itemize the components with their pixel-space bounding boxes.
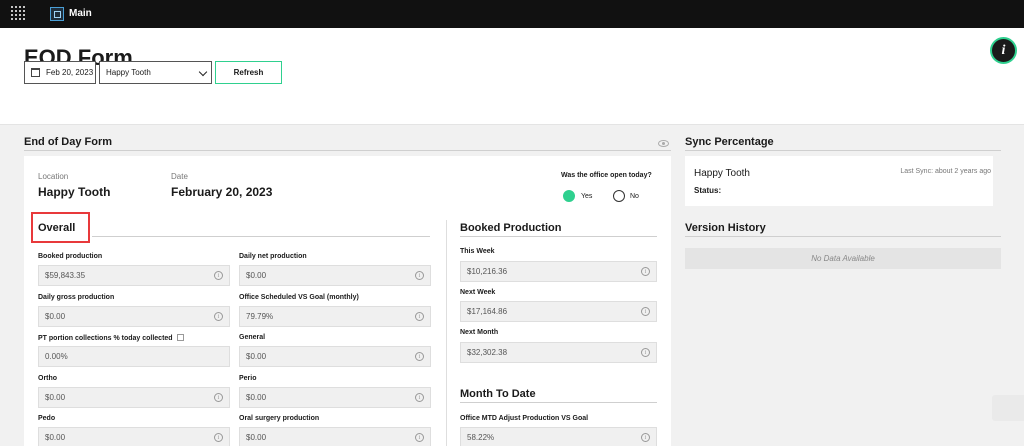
pt-portion-collections-label-text: PT portion collections % today collected bbox=[38, 335, 173, 342]
calendar-icon bbox=[31, 68, 40, 77]
daily-gross-production-value: $0.00 bbox=[45, 312, 66, 321]
sync-status-label: Status: bbox=[694, 186, 722, 195]
version-history-title: Version History bbox=[685, 222, 766, 234]
oral-surgery-field[interactable]: $0.00 i bbox=[239, 427, 431, 446]
info-icon[interactable]: i bbox=[415, 271, 424, 280]
general-value: $0.00 bbox=[246, 352, 267, 361]
form-section-title: End of Day Form bbox=[24, 136, 113, 148]
open-no-radio[interactable] bbox=[613, 190, 625, 202]
daily-net-production-label: Daily net production bbox=[239, 253, 307, 260]
next-week-value: $17,164.86 bbox=[467, 307, 508, 316]
oral-surgery-label: Oral surgery production bbox=[239, 415, 320, 422]
info-icon[interactable]: i bbox=[641, 348, 650, 357]
this-week-field[interactable]: $10,216.36 i bbox=[460, 261, 657, 282]
info-icon[interactable]: i bbox=[415, 433, 424, 442]
info-icon[interactable]: i bbox=[415, 352, 424, 361]
mtd-adjust-label: Office MTD Adjust Production VS Goal bbox=[460, 415, 589, 422]
daily-gross-production-field[interactable]: $0.00 i bbox=[38, 306, 230, 327]
pedo-value: $0.00 bbox=[45, 433, 66, 442]
perio-value: $0.00 bbox=[246, 393, 267, 402]
location-select-value: Happy Tooth bbox=[106, 68, 151, 77]
pedo-label: Pedo bbox=[38, 415, 56, 422]
general-field[interactable]: $0.00 i bbox=[239, 346, 431, 367]
info-icon[interactable]: i bbox=[214, 393, 223, 402]
location-label: Location bbox=[38, 172, 69, 181]
month-to-date-title: Month To Date bbox=[460, 388, 536, 400]
info-icon[interactable]: i bbox=[415, 312, 424, 321]
date-picker-value: Feb 20, 2023 bbox=[46, 68, 94, 77]
booked-production-divider bbox=[460, 236, 657, 237]
app-name[interactable]: Main bbox=[69, 8, 92, 19]
next-month-value: $32,302.38 bbox=[467, 348, 508, 357]
next-month-label: Next Month bbox=[460, 329, 499, 336]
pt-portion-collections-value: 0.00% bbox=[45, 352, 68, 361]
open-yes-label: Yes bbox=[581, 193, 593, 200]
pt-portion-collections-field[interactable]: 0.00% bbox=[38, 346, 230, 367]
top-bar: Main bbox=[0, 0, 1024, 28]
info-icon[interactable]: i bbox=[214, 312, 223, 321]
perio-label: Perio bbox=[239, 375, 257, 382]
app-logo-icon[interactable] bbox=[50, 7, 64, 21]
booked-production-label: Booked production bbox=[38, 253, 103, 260]
mtd-adjust-value: 58.22% bbox=[467, 433, 495, 442]
next-month-field[interactable]: $32,302.38 i bbox=[460, 342, 657, 363]
daily-gross-production-label: Daily gross production bbox=[38, 294, 115, 301]
ortho-label: Ortho bbox=[38, 375, 58, 382]
date-picker[interactable]: Feb 20, 2023 bbox=[24, 61, 96, 84]
month-to-date-divider bbox=[460, 402, 657, 403]
info-icon[interactable]: i bbox=[641, 267, 650, 276]
ortho-value: $0.00 bbox=[45, 393, 66, 402]
column-divider bbox=[446, 220, 447, 446]
info-icon[interactable]: i bbox=[214, 433, 223, 442]
info-button[interactable]: i bbox=[990, 37, 1017, 64]
side-panel-toggle[interactable] bbox=[992, 395, 1024, 421]
version-history-divider bbox=[685, 236, 1001, 237]
sync-card: Happy Tooth Last Sync: about 2 years ago… bbox=[685, 156, 993, 206]
open-no-label: No bbox=[630, 193, 639, 200]
scheduled-vs-goal-field[interactable]: 79.79% i bbox=[239, 306, 431, 327]
booked-production-title: Booked Production bbox=[460, 222, 562, 234]
daily-net-production-field[interactable]: $0.00 i bbox=[239, 265, 431, 286]
grid-menu-icon[interactable] bbox=[11, 6, 27, 22]
general-label: General bbox=[239, 334, 266, 341]
scheduled-vs-goal-value: 79.79% bbox=[246, 312, 274, 321]
next-week-field[interactable]: $17,164.86 i bbox=[460, 301, 657, 322]
info-icon[interactable]: i bbox=[214, 271, 223, 280]
location-value: Happy Tooth bbox=[38, 185, 111, 199]
overall-highlight-box bbox=[31, 212, 90, 243]
location-select[interactable]: Happy Tooth bbox=[99, 61, 212, 84]
eye-icon[interactable] bbox=[658, 140, 669, 147]
pedo-field[interactable]: $0.00 i bbox=[38, 427, 230, 446]
info-icon[interactable]: i bbox=[641, 433, 650, 442]
form-section-divider bbox=[24, 150, 671, 151]
date-value: February 20, 2023 bbox=[171, 185, 273, 199]
perio-field[interactable]: $0.00 i bbox=[239, 387, 431, 408]
sync-title: Sync Percentage bbox=[685, 136, 774, 148]
note-icon[interactable] bbox=[176, 334, 184, 341]
overall-divider bbox=[92, 236, 430, 237]
info-icon[interactable]: i bbox=[641, 307, 650, 316]
this-week-value: $10,216.36 bbox=[467, 267, 508, 276]
oral-surgery-value: $0.00 bbox=[246, 433, 267, 442]
scheduled-vs-goal-label: Office Scheduled VS Goal (monthly) bbox=[239, 294, 359, 301]
info-icon[interactable]: i bbox=[415, 393, 424, 402]
pt-portion-collections-label: PT portion collections % today collected bbox=[38, 334, 184, 342]
mtd-adjust-field[interactable]: 58.22% i bbox=[460, 427, 657, 446]
ortho-field[interactable]: $0.00 i bbox=[38, 387, 230, 408]
sync-location: Happy Tooth bbox=[694, 168, 750, 179]
date-label: Date bbox=[171, 172, 188, 181]
last-sync-text: Last Sync: about 2 years ago bbox=[900, 168, 991, 175]
next-week-label: Next Week bbox=[460, 289, 496, 296]
office-open-question: Was the office open today? bbox=[561, 172, 652, 179]
booked-production-value: $59,843.35 bbox=[45, 271, 86, 280]
daily-net-production-value: $0.00 bbox=[246, 271, 267, 280]
chevron-down-icon bbox=[198, 67, 208, 77]
version-history-empty: No Data Available bbox=[685, 248, 1001, 269]
sync-divider bbox=[685, 150, 1001, 151]
booked-production-field[interactable]: $59,843.35 i bbox=[38, 265, 230, 286]
this-week-label: This Week bbox=[460, 248, 495, 255]
open-yes-radio[interactable] bbox=[563, 190, 575, 202]
refresh-button[interactable]: Refresh bbox=[215, 61, 282, 84]
